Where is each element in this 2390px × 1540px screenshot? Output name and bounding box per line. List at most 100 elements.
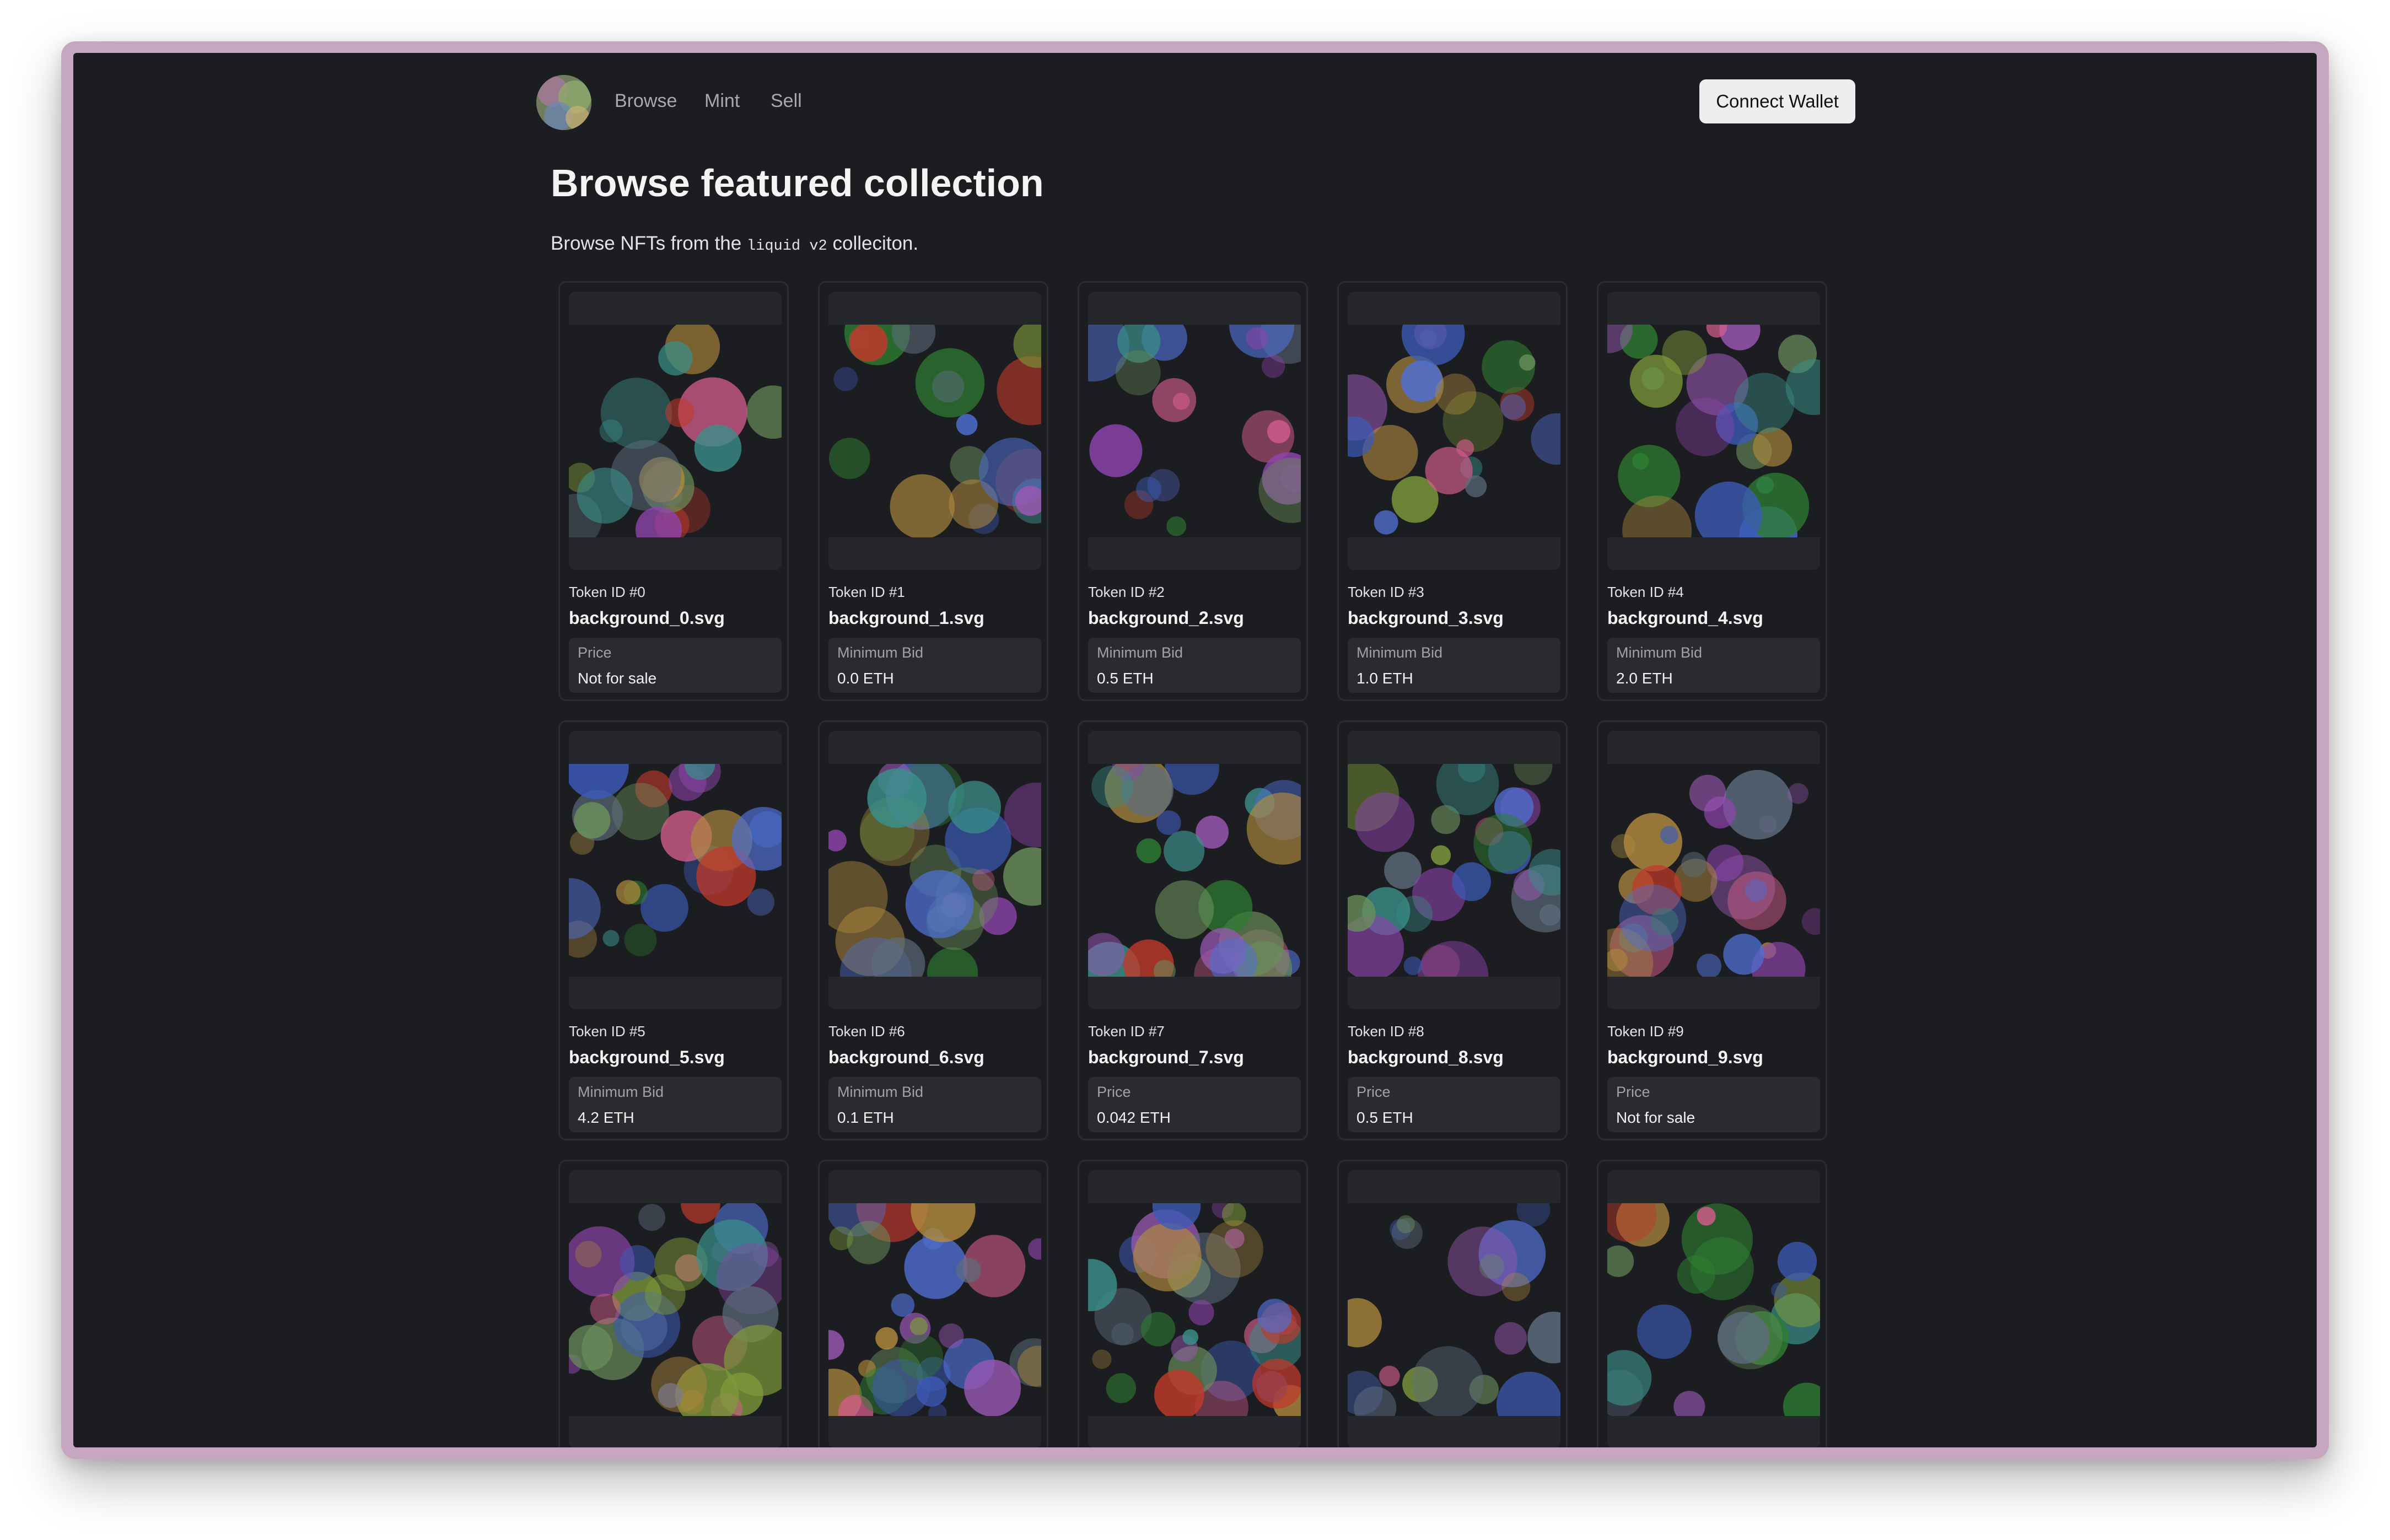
token-id: Token ID #8	[1348, 1023, 1424, 1040]
price-box: Minimum Bid 0.1 ETH	[828, 1077, 1041, 1132]
price-value: 0.1 ETH	[837, 1109, 894, 1126]
nft-artwork	[828, 1203, 1041, 1416]
price-value: 0.042 ETH	[1097, 1109, 1171, 1126]
nft-card[interactable]: Token ID #6 background_6.svg Minimum Bid 0.…	[818, 720, 1048, 1140]
connect-wallet-button[interactable]: Connect Wallet	[1699, 79, 1855, 123]
nft-image[interactable]	[1607, 292, 1820, 570]
page-title: Browse featured collection	[551, 161, 1044, 204]
price-label: Minimum Bid	[1097, 644, 1183, 661]
price-label: Minimum Bid	[1357, 644, 1443, 661]
price-value: 0.5 ETH	[1357, 1109, 1413, 1126]
price-box: Price 0.5 ETH	[1348, 1077, 1560, 1132]
nft-artwork	[1088, 764, 1301, 977]
nft-artwork	[1348, 764, 1560, 977]
nav-mint[interactable]: Mint	[704, 90, 740, 112]
price-value: 0.0 ETH	[837, 670, 894, 687]
nft-image[interactable]	[1088, 731, 1301, 1009]
logo-icon[interactable]	[536, 75, 591, 130]
nft-card[interactable]: Token ID #7 background_7.svg Price 0.042 ET…	[1078, 720, 1308, 1140]
nft-image[interactable]	[828, 292, 1041, 570]
nft-image[interactable]	[1607, 1170, 1820, 1447]
nft-artwork	[1348, 1203, 1560, 1416]
token-name: background_1.svg	[828, 608, 984, 628]
token-id: Token ID #3	[1348, 584, 1424, 600]
nft-image[interactable]	[1348, 292, 1560, 570]
nft-grid: Token ID #0 background_0.svg Price Not for …	[558, 281, 1827, 1447]
nft-card[interactable]: Token ID #2 background_2.svg Minimum Bid 0.…	[1078, 281, 1308, 701]
token-name: background_3.svg	[1348, 608, 1504, 628]
nft-card[interactable]	[1078, 1160, 1308, 1447]
nft-image[interactable]	[569, 292, 782, 570]
nft-artwork	[569, 764, 782, 977]
subtitle-prefix: Browse NFTs from the	[551, 233, 747, 254]
price-label: Minimum Bid	[837, 644, 924, 661]
nft-artwork	[1348, 325, 1560, 537]
nft-artwork	[569, 325, 782, 537]
token-name: background_5.svg	[569, 1047, 725, 1067]
token-id: Token ID #7	[1088, 1023, 1165, 1040]
price-box: Price Not for sale	[569, 638, 782, 693]
nft-image[interactable]	[1088, 1170, 1301, 1447]
price-label: Minimum Bid	[837, 1084, 924, 1100]
price-label: Minimum Bid	[578, 1084, 664, 1100]
nft-image[interactable]	[569, 731, 782, 1009]
nft-artwork	[1088, 325, 1301, 537]
nft-artwork	[828, 325, 1041, 537]
price-box: Minimum Bid 2.0 ETH	[1607, 638, 1820, 693]
price-value: 1.0 ETH	[1357, 670, 1413, 687]
price-label: Price	[1097, 1084, 1131, 1100]
token-name: background_2.svg	[1088, 608, 1244, 628]
nft-image[interactable]	[569, 1170, 782, 1447]
nav-sell[interactable]: Sell	[771, 90, 802, 112]
token-id: Token ID #9	[1607, 1023, 1684, 1040]
nft-artwork	[569, 1203, 782, 1416]
nft-card[interactable]: Token ID #9 background_9.svg Price Not for …	[1597, 720, 1827, 1140]
nft-image[interactable]	[828, 1170, 1041, 1447]
token-id: Token ID #1	[828, 584, 905, 600]
nft-image[interactable]	[1088, 292, 1301, 570]
token-name: background_0.svg	[569, 608, 725, 628]
nft-artwork	[828, 764, 1041, 977]
nft-card[interactable]: Token ID #8 background_8.svg Price 0.5 ETH	[1337, 720, 1568, 1140]
price-label: Price	[1357, 1084, 1391, 1100]
token-id: Token ID #2	[1088, 584, 1165, 600]
nft-image[interactable]	[828, 731, 1041, 1009]
price-box: Minimum Bid 0.0 ETH	[828, 638, 1041, 693]
price-value: Not for sale	[1616, 1109, 1695, 1126]
token-name: background_7.svg	[1088, 1047, 1244, 1067]
nft-card[interactable]	[818, 1160, 1048, 1447]
nft-artwork	[1607, 325, 1820, 537]
nft-card[interactable]: Token ID #4 background_4.svg Minimum Bid 2.…	[1597, 281, 1827, 701]
token-id: Token ID #6	[828, 1023, 905, 1040]
price-label: Price	[578, 644, 612, 661]
nft-image[interactable]	[1607, 731, 1820, 1009]
nft-card[interactable]: Token ID #3 background_3.svg Minimum Bid 1.…	[1337, 281, 1568, 701]
price-value: Not for sale	[578, 670, 657, 687]
price-value: 0.5 ETH	[1097, 670, 1154, 687]
token-id: Token ID #5	[569, 1023, 645, 1040]
nft-card[interactable]: Token ID #1 background_1.svg Minimum Bid 0.…	[818, 281, 1048, 701]
price-value: 4.2 ETH	[578, 1109, 634, 1126]
nft-card[interactable]: Token ID #5 background_5.svg Minimum Bid 4.…	[558, 720, 789, 1140]
collection-code: liquid v2	[746, 238, 827, 255]
price-box: Price Not for sale	[1607, 1077, 1820, 1132]
price-label: Price	[1616, 1084, 1650, 1100]
nft-artwork	[1607, 1203, 1820, 1416]
price-box: Price 0.042 ETH	[1088, 1077, 1301, 1132]
nft-card[interactable]: Token ID #0 background_0.svg Price Not for …	[558, 281, 789, 701]
price-box: Minimum Bid 0.5 ETH	[1088, 638, 1301, 693]
nft-image[interactable]	[1348, 731, 1560, 1009]
price-label: Minimum Bid	[1616, 644, 1703, 661]
nft-artwork	[1607, 764, 1820, 977]
nav-browse[interactable]: Browse	[615, 90, 677, 112]
token-id: Token ID #0	[569, 584, 645, 600]
nft-card[interactable]	[1337, 1160, 1568, 1447]
nft-card[interactable]	[558, 1160, 789, 1447]
price-box: Minimum Bid 4.2 ETH	[569, 1077, 782, 1132]
price-box: Minimum Bid 1.0 ETH	[1348, 638, 1560, 693]
token-name: background_6.svg	[828, 1047, 984, 1067]
subtitle-suffix: colleciton.	[827, 233, 919, 254]
nft-card[interactable]	[1597, 1160, 1827, 1447]
nft-image[interactable]	[1348, 1170, 1560, 1447]
price-value: 2.0 ETH	[1616, 670, 1673, 687]
